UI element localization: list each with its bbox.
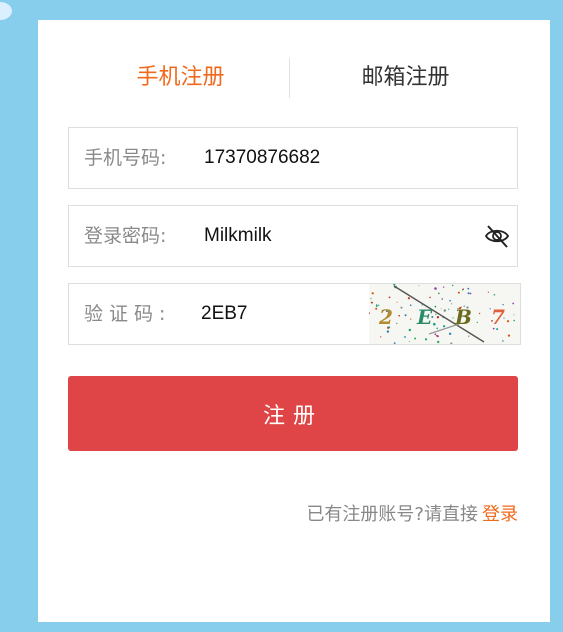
captcha-noise-dot	[396, 322, 398, 325]
captcha-noise-dot	[487, 291, 489, 293]
captcha-noise-dot	[441, 298, 443, 300]
captcha-noise-dot	[468, 335, 470, 337]
login-link[interactable]: 登录	[482, 504, 518, 525]
phone-field: 手机号码:	[68, 127, 518, 189]
captcha-noise-dot	[451, 284, 454, 287]
captcha-noise-dot	[513, 319, 515, 322]
captcha-noise-dot	[467, 287, 470, 290]
captcha-noise-dot	[476, 321, 478, 324]
eye-off-icon[interactable]	[483, 222, 511, 250]
captcha-char: B	[454, 305, 472, 329]
captcha-noise-dot	[380, 336, 382, 338]
captcha-noise-dot	[398, 314, 400, 317]
captcha-noise-dot	[478, 312, 481, 315]
register-button[interactable]: 注册	[68, 376, 518, 451]
password-input[interactable]	[204, 220, 464, 252]
captcha-noise-dot	[388, 296, 391, 299]
captcha-noise-dot	[438, 292, 440, 295]
captcha-char: 2	[378, 305, 393, 329]
captcha-noise-dot	[448, 308, 450, 310]
captcha-char: E	[416, 305, 433, 329]
captcha-noise-dot	[434, 305, 437, 308]
password-field: 登录密码:	[68, 205, 518, 267]
captcha-noise-dot	[375, 304, 378, 306]
captcha-field: 验证码: 2EB7	[68, 283, 521, 345]
captcha-noise-dot	[452, 317, 454, 319]
captcha-noise-dot	[448, 332, 452, 335]
captcha-noise-dot	[469, 292, 472, 295]
captcha-noise-dot	[407, 297, 410, 300]
captcha-noise-dot	[436, 327, 438, 330]
captcha-noise-dot	[434, 287, 437, 290]
captcha-noise-dot	[442, 286, 445, 288]
phone-label: 手机号码:	[84, 147, 167, 169]
captcha-char: 7	[491, 305, 505, 329]
captcha-noise-dot	[507, 334, 511, 337]
register-tabs: 手机注册 邮箱注册	[68, 58, 518, 98]
captcha-noise-dot	[418, 285, 420, 287]
captcha-noise-dot	[393, 283, 396, 286]
captcha-noise-dot	[502, 340, 504, 342]
captcha-input[interactable]	[201, 298, 351, 330]
captcha-noise-dot	[493, 293, 496, 296]
captcha-noise-dot	[437, 340, 440, 344]
tab-phone-register[interactable]: 手机注册	[68, 60, 293, 96]
captcha-noise-dot	[410, 318, 412, 320]
captcha-label: 验证码:	[84, 303, 172, 325]
captcha-noise-dot	[449, 299, 451, 302]
captcha-noise-dot	[370, 298, 372, 300]
captcha-noise-dot	[371, 292, 374, 295]
captcha-noise-dot	[414, 337, 417, 340]
background-bubble	[0, 2, 12, 20]
captcha-noise-dot	[440, 308, 442, 310]
captcha-noise-dot	[400, 306, 403, 309]
tab-divider	[289, 58, 290, 98]
captcha-noise-dot	[506, 320, 510, 323]
captcha-image[interactable]: 2EB7	[368, 283, 520, 345]
captcha-noise-dot	[375, 307, 378, 310]
captcha-noise-dot	[404, 336, 406, 338]
captcha-noise-dot	[443, 309, 446, 312]
captcha-noise-dot	[435, 313, 437, 315]
captcha-noise-dot	[408, 340, 410, 342]
captcha-noise-dot	[433, 322, 436, 326]
captcha-noise-dot	[396, 301, 398, 303]
login-prompt-text: 已有注册账号?请直接	[306, 504, 478, 525]
register-card: 手机注册 邮箱注册 手机号码: 登录密码: 验证码: 2EB7 注册 已有注册账…	[38, 20, 550, 622]
captcha-noise-dot	[424, 338, 428, 341]
captcha-noise-dot	[467, 292, 470, 295]
captcha-noise-dot	[370, 301, 373, 304]
captcha-noise-dot	[409, 304, 412, 306]
captcha-noise-dot	[368, 312, 370, 315]
captcha-noise-dot	[429, 296, 431, 299]
captcha-noise-dot	[450, 342, 453, 345]
captcha-noise-dot	[513, 314, 515, 316]
captcha-noise-dot	[434, 333, 437, 336]
captcha-noise-dot	[393, 342, 396, 344]
password-label: 登录密码:	[84, 225, 167, 247]
captcha-noise-dot	[457, 291, 460, 294]
phone-input[interactable]	[204, 142, 464, 174]
captcha-noise-dot	[512, 302, 515, 305]
captcha-noise-dot	[386, 330, 390, 333]
captcha-noise-dot	[436, 334, 438, 337]
tab-email-register[interactable]: 邮箱注册	[293, 60, 518, 96]
captcha-noise-dot	[436, 316, 440, 319]
captcha-noise-dot	[462, 289, 464, 291]
captcha-noise-dot	[443, 325, 446, 328]
captcha-noise-dot	[408, 328, 411, 332]
captcha-noise-dot	[404, 314, 407, 317]
captcha-noise-dot	[451, 303, 453, 305]
login-prompt: 已有注册账号?请直接 登录	[306, 500, 518, 526]
